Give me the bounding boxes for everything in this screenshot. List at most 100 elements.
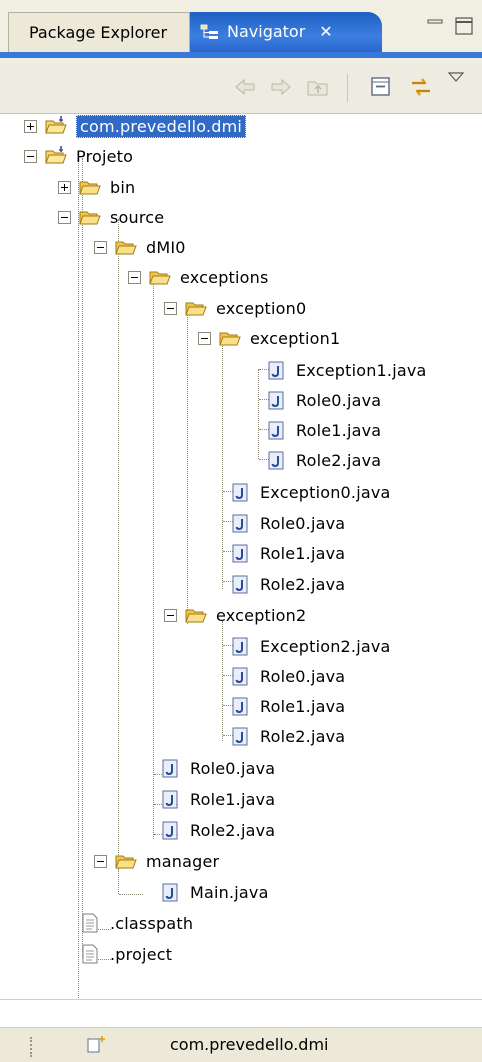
tree-item[interactable]: Role0.java xyxy=(158,753,275,783)
collapse-icon[interactable] xyxy=(198,332,211,345)
up-icon[interactable] xyxy=(305,74,331,100)
expand-icon[interactable] xyxy=(58,181,71,194)
tree-item[interactable]: Role1.java xyxy=(264,415,381,445)
tree-guide xyxy=(118,219,119,869)
tree-item-label: Exception2.java xyxy=(260,636,391,656)
tree-item[interactable]: Role2.java xyxy=(264,445,381,475)
tree-item[interactable]: bin xyxy=(58,172,136,202)
tree-item[interactable]: Exception0.java xyxy=(228,477,391,507)
collapse-icon[interactable] xyxy=(94,855,107,868)
folder-icon xyxy=(218,327,242,349)
folder-icon xyxy=(148,266,172,288)
collapse-all-icon[interactable] xyxy=(368,74,394,100)
status-bar: com.prevedello.dmi xyxy=(0,1027,482,1062)
tree-item-label: .project xyxy=(110,944,173,964)
link-with-editor-icon[interactable] xyxy=(408,74,434,100)
tree-item[interactable]: Projeto xyxy=(24,141,133,171)
tree-item-label: Role0.java xyxy=(296,390,382,410)
tree-item-label: Exception1.java xyxy=(296,360,427,380)
tree-item-label: Role1.java xyxy=(296,420,382,440)
tree-item-label: Role2.java xyxy=(296,450,382,470)
tree-item[interactable]: Role0.java xyxy=(228,661,345,691)
tree-item-label: Role1.java xyxy=(260,696,346,716)
tree-item[interactable]: Main.java xyxy=(158,877,269,907)
tree-item[interactable]: source xyxy=(58,202,165,232)
tree-item-label: Role0.java xyxy=(260,513,346,533)
tree-item[interactable]: Role0.java xyxy=(264,385,381,415)
tree-guide xyxy=(258,369,259,459)
maximize-icon[interactable] xyxy=(455,17,473,35)
java-file-icon xyxy=(264,419,288,441)
text-file-icon xyxy=(78,943,102,965)
tree-item[interactable]: Role1.java xyxy=(228,538,345,568)
tree-item-label: .classpath xyxy=(110,913,194,933)
tree-item[interactable]: Role2.java xyxy=(228,569,345,599)
folder-icon xyxy=(114,850,138,872)
tree-item[interactable]: Role2.java xyxy=(228,721,345,751)
tree-item-label: manager xyxy=(146,851,220,871)
java-file-icon xyxy=(228,695,252,717)
tab-navigator[interactable]: Navigator ✕ xyxy=(190,12,382,52)
collapse-icon[interactable] xyxy=(164,302,177,315)
project-folder-icon xyxy=(44,115,68,137)
tree-item[interactable]: exception0 xyxy=(164,293,306,323)
collapse-icon[interactable] xyxy=(94,241,107,254)
navigator-toolbar xyxy=(0,64,482,114)
tree-item[interactable]: Role1.java xyxy=(228,691,345,721)
navigator-tree[interactable]: com.prevedello.dmi Projeto bin source dMI0 ex… xyxy=(22,111,482,1016)
tree-item[interactable]: Exception1.java xyxy=(264,355,427,385)
expand-icon[interactable] xyxy=(24,120,37,133)
tree-item[interactable]: com.prevedello.dmi xyxy=(24,111,247,141)
java-file-icon xyxy=(228,635,252,657)
java-file-icon xyxy=(264,449,288,471)
tree-guide xyxy=(222,621,223,741)
java-file-icon xyxy=(228,725,252,747)
folder-icon xyxy=(114,236,138,258)
collapse-icon[interactable] xyxy=(164,609,177,622)
tree-item[interactable]: exception1 xyxy=(198,323,340,353)
tree-item-label: Role2.java xyxy=(260,574,346,594)
tree-item[interactable]: manager xyxy=(94,846,220,876)
view-menu-icon[interactable] xyxy=(446,70,468,86)
tree-item-label: bin xyxy=(110,177,136,197)
tree-item[interactable]: exception2 xyxy=(164,600,306,630)
tree-item[interactable]: dMI0 xyxy=(94,232,186,262)
tree-guide xyxy=(119,894,143,895)
tree-item-label: Role2.java xyxy=(190,820,276,840)
status-grip xyxy=(30,1037,33,1057)
tab-package-explorer[interactable]: Package Explorer xyxy=(8,12,190,52)
tree-item-label: exceptions xyxy=(180,267,269,287)
minimize-icon[interactable] xyxy=(427,19,443,24)
tree-item-label: Main.java xyxy=(190,882,269,902)
status-text: com.prevedello.dmi xyxy=(170,1035,329,1054)
navigator-icon xyxy=(200,24,218,39)
tree-guide xyxy=(82,158,83,958)
java-file-icon xyxy=(264,389,288,411)
tree-item-label: Role0.java xyxy=(260,666,346,686)
minimize-maximize-controls[interactable] xyxy=(422,14,482,40)
active-view-underline xyxy=(0,52,482,58)
tree-item[interactable]: Role0.java xyxy=(228,508,345,538)
java-file-icon xyxy=(158,819,182,841)
collapse-icon[interactable] xyxy=(24,150,37,163)
back-icon[interactable] xyxy=(232,74,258,100)
java-file-icon xyxy=(264,359,288,381)
tree-item[interactable]: .project xyxy=(78,939,172,969)
forward-icon[interactable] xyxy=(268,74,294,100)
collapse-icon[interactable] xyxy=(128,271,141,284)
collapse-icon[interactable] xyxy=(58,211,71,224)
java-file-icon xyxy=(228,512,252,534)
close-icon[interactable]: ✕ xyxy=(319,12,332,52)
tree-item[interactable]: Role2.java xyxy=(158,815,275,845)
tree-item-label: source xyxy=(110,207,165,227)
tree-guide xyxy=(153,279,154,839)
project-folder-icon xyxy=(44,145,68,167)
tree-item-label: Role1.java xyxy=(260,543,346,563)
tree-item-label: Role1.java xyxy=(190,789,276,809)
tree-item[interactable]: Role1.java xyxy=(158,784,275,814)
tree-item[interactable]: exceptions xyxy=(128,262,269,292)
java-file-icon xyxy=(158,881,182,903)
tree-item[interactable]: Exception2.java xyxy=(228,631,391,661)
tree-item[interactable]: .classpath xyxy=(78,908,193,938)
tab-navigator-label: Navigator xyxy=(227,22,306,41)
